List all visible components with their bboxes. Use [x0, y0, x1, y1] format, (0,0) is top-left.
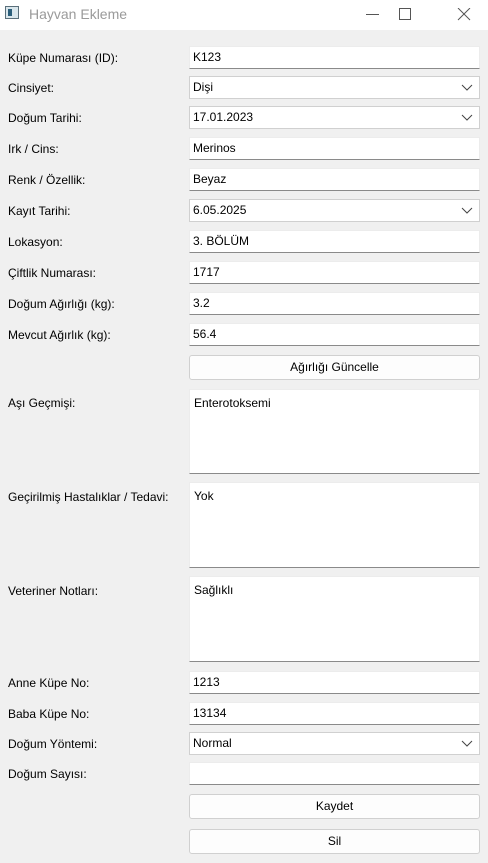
- record-date-picker[interactable]: 6.05.2025: [189, 199, 480, 222]
- diseases-label: Geçirilmiş Hastalıklar / Tedavi:: [8, 490, 169, 504]
- ear-tag-label: Küpe Numarası (ID):: [8, 51, 119, 65]
- update-weight-button[interactable]: Ağırlığı Güncelle: [189, 355, 480, 380]
- birth-count-label: Doğum Sayısı:: [8, 767, 87, 781]
- father-tag-input[interactable]: 13134: [189, 702, 480, 725]
- close-icon: [457, 8, 471, 21]
- ear-tag-value: K123: [193, 50, 222, 64]
- ear-tag-input[interactable]: K123: [189, 46, 480, 69]
- minimize-icon: [366, 14, 379, 15]
- sex-value: Dişi: [193, 80, 213, 94]
- breed-input[interactable]: Merinos: [189, 137, 480, 160]
- color-label: Renk / Özellik:: [8, 173, 86, 187]
- birth-date-picker[interactable]: 17.01.2023: [189, 106, 480, 129]
- diseases-textarea[interactable]: Yok: [189, 482, 480, 568]
- farm-number-label: Çiftlik Numarası:: [8, 266, 97, 280]
- birth-method-label: Doğum Yöntemi:: [8, 737, 98, 751]
- father-tag-label: Baba Küpe No:: [8, 707, 90, 721]
- sex-label: Cinsiyet:: [8, 81, 55, 95]
- save-button[interactable]: Kaydet: [189, 794, 480, 819]
- diseases-value: Yok: [194, 489, 214, 503]
- chevron-down-icon: [461, 207, 473, 214]
- vet-notes-label: Veteriner Notları:: [8, 584, 99, 598]
- app-window-icon: [5, 6, 19, 19]
- vaccination-value: Enterotoksemi: [194, 396, 271, 410]
- close-button[interactable]: [441, 0, 487, 30]
- vaccination-label: Aşı Geçmişi:: [8, 396, 76, 410]
- location-label: Lokasyon:: [8, 235, 63, 249]
- farm-number-value: 1717: [193, 265, 220, 279]
- location-input[interactable]: 3. BÖLÜM: [189, 230, 480, 253]
- window-title: Hayvan Ekleme: [29, 6, 128, 22]
- color-input[interactable]: Beyaz: [189, 168, 480, 191]
- record-date-label: Kayıt Tarihi:: [8, 204, 71, 218]
- birth-count-input[interactable]: [189, 762, 480, 785]
- maximize-icon: [399, 8, 411, 20]
- chevron-down-icon: [461, 84, 473, 91]
- birth-weight-input[interactable]: 3.2: [189, 292, 480, 315]
- delete-button[interactable]: Sil: [189, 829, 480, 854]
- vaccination-textarea[interactable]: Enterotoksemi: [189, 389, 480, 474]
- farm-number-input[interactable]: 1717: [189, 261, 480, 284]
- color-value: Beyaz: [193, 172, 227, 186]
- birth-date-value: 17.01.2023: [193, 110, 254, 124]
- birth-method-value: Normal: [193, 736, 232, 750]
- current-weight-value: 56.4: [193, 327, 217, 341]
- birth-method-select[interactable]: Normal: [189, 732, 480, 755]
- record-date-value: 6.05.2025: [193, 203, 247, 217]
- mother-tag-label: Anne Küpe No:: [8, 676, 90, 690]
- location-value: 3. BÖLÜM: [193, 234, 250, 248]
- vet-notes-value: Sağlıklı: [194, 583, 234, 597]
- mother-tag-value: 1213: [193, 675, 220, 689]
- birth-weight-value: 3.2: [193, 296, 210, 310]
- breed-label: Irk / Cins:: [8, 142, 59, 156]
- mother-tag-input[interactable]: 1213: [189, 671, 480, 694]
- vet-notes-textarea[interactable]: Sağlıklı: [189, 576, 480, 662]
- father-tag-value: 13134: [193, 706, 227, 720]
- title-bar: Hayvan Ekleme: [0, 0, 488, 30]
- birth-weight-label: Doğum Ağırlığı (kg):: [8, 297, 115, 311]
- birth-date-label: Doğum Tarihi:: [8, 111, 82, 125]
- chevron-down-icon: [461, 114, 473, 121]
- current-weight-label: Mevcut Ağırlık (kg):: [8, 328, 111, 342]
- current-weight-input[interactable]: 56.4: [189, 323, 480, 346]
- maximize-button[interactable]: [382, 0, 428, 30]
- chevron-down-icon: [461, 740, 473, 747]
- breed-value: Merinos: [193, 141, 236, 155]
- sex-select[interactable]: Dişi: [189, 76, 480, 99]
